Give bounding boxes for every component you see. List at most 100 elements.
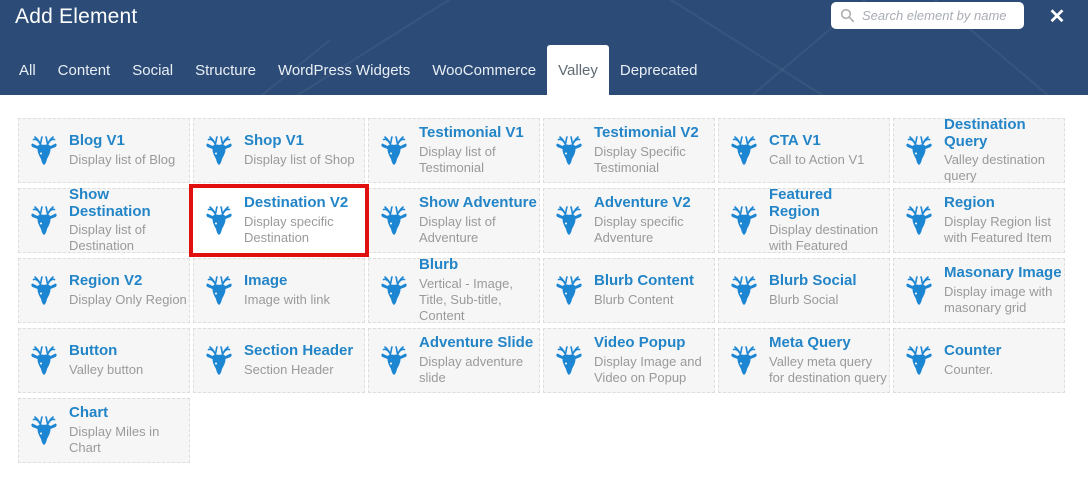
deer-icon [29,134,59,168]
element-card-video-popup[interactable]: Video Popup Display Image and Video on P… [543,328,715,393]
element-card-blurb[interactable]: Blurb Vertical - Image, Title, Sub-title… [368,256,540,323]
element-card-show-adventure[interactable]: Show Adventure Display list of Adventure [368,188,540,253]
element-title: Show Adventure [419,194,537,212]
element-card-adventure-v2[interactable]: Adventure V2 Display specific Adventure [543,188,715,253]
element-title: Destination V2 [244,194,349,212]
element-card-button[interactable]: Button Valley button [18,328,190,393]
element-card-region-v2[interactable]: Region V2 Display Only Region [18,258,190,323]
element-desc: Display adventure slide [419,354,524,385]
tab-structure[interactable]: Structure [184,45,267,95]
element-desc: Display Image and Video on Popup [594,354,702,385]
element-desc: Display list of Shop [244,151,355,167]
deer-icon [379,204,409,238]
element-desc: Display Miles in Chart [69,424,160,455]
element-desc: Image with link [244,291,330,307]
tab-content[interactable]: Content [47,45,122,95]
element-card-meta-query[interactable]: Meta Query Valley meta query for destina… [718,328,890,393]
dialog-title: Add Element [15,5,138,28]
search-input[interactable] [862,8,1015,23]
add-element-dialog: Add Element ✕ All Content Social Structu… [0,0,1088,483]
deer-icon [904,134,934,168]
deer-icon [29,414,59,448]
element-title: Adventure V2 [594,194,691,212]
element-title: Button [69,342,118,360]
element-title: Testimonial V1 [419,124,524,142]
tab-social[interactable]: Social [121,45,184,95]
element-title: Blurb Social [769,272,857,290]
deer-icon [554,204,584,238]
element-desc: Display Region list with Featured Item [944,214,1052,245]
element-card-destination-query[interactable]: Destination Query Valley destination que… [893,115,1065,183]
element-title: Blurb [419,256,459,274]
element-title: Testimonial V2 [594,124,699,142]
tab-wordpress-widgets[interactable]: WordPress Widgets [267,45,421,95]
tab-label: Content [57,62,111,79]
element-title: Adventure Slide [419,334,534,352]
search-box [831,2,1024,29]
tab-deprecated[interactable]: Deprecated [609,45,709,95]
element-card-section-header[interactable]: Section Header Section Header [193,328,365,393]
element-desc: Display list of Testimonial [419,144,496,175]
tab-label: Valley [558,62,598,79]
deer-icon [379,134,409,168]
deer-icon [729,344,759,378]
element-title: Region V2 [69,272,143,290]
element-card-chart[interactable]: Chart Display Miles in Chart [18,398,190,463]
element-card-blog-v1[interactable]: Blog V1 Display list of Blog [18,118,190,183]
element-card-masonary-image[interactable]: Masonary Image Display image with masona… [893,258,1065,323]
element-card-cta-v1[interactable]: CTA V1 Call to Action V1 [718,118,890,183]
deer-icon [554,134,584,168]
tab-label: Structure [195,62,256,79]
element-card-blurb-content[interactable]: Blurb Content Blurb Content [543,258,715,323]
element-card-destination-v2[interactable]: Destination V2 Display specific Destinat… [193,188,365,253]
search-icon [840,8,855,23]
element-desc: Display list of Destination [69,222,146,254]
element-card-testimonial-v2[interactable]: Testimonial V2 Display Specific Testimon… [543,118,715,183]
deer-icon [904,274,934,308]
element-title: Meta Query [769,334,851,352]
tab-label: Deprecated [619,62,698,79]
deer-icon [204,344,234,378]
deer-icon [379,274,409,308]
element-desc: Blurb Content [594,291,674,307]
element-card-image[interactable]: Image Image with link [193,258,365,323]
element-desc: Valley button [69,361,144,377]
element-grid: Blog V1 Display list of Blog Shop V1 Dis… [0,95,1088,483]
element-title: Masonary Image [944,264,1062,282]
element-desc: Display list of Adventure [419,214,496,245]
close-icon: ✕ [1048,6,1066,28]
element-card-blurb-social[interactable]: Blurb Social Blurb Social [718,258,890,323]
dialog-header: Add Element ✕ All Content Social Structu… [0,0,1088,95]
element-card-adventure-slide[interactable]: Adventure Slide Display adventure slide [368,328,540,393]
element-desc: Display Only Region [69,291,187,307]
deer-icon [29,344,59,378]
element-title: Destination Query [944,115,1026,150]
element-title: Shop V1 [244,132,305,150]
element-title: Region [944,194,995,212]
tab-label: WordPress Widgets [277,62,411,79]
element-card-show-destination[interactable]: Show Destination Display list of Destina… [18,186,190,254]
deer-icon [729,274,759,308]
element-desc: Vertical - Image, Title, Sub-title, Cont… [419,276,513,323]
deer-icon [379,344,409,378]
tab-label: All [19,62,36,79]
element-title: Video Popup [594,334,686,352]
element-desc: Call to Action V1 [769,151,865,167]
deer-icon [729,134,759,168]
element-card-shop-v1[interactable]: Shop V1 Display list of Shop [193,118,365,183]
tab-woocommerce[interactable]: WooCommerce [421,45,547,95]
element-title: Blurb Content [594,272,694,290]
element-desc: Valley meta query for destination query [769,354,887,385]
element-card-featured-region[interactable]: Featured Region Display destination with… [718,186,890,253]
deer-icon [904,344,934,378]
element-title: Chart [69,404,109,422]
close-button[interactable]: ✕ [1040,1,1074,33]
tab-label: WooCommerce [432,62,537,79]
element-card-testimonial-v1[interactable]: Testimonial V1 Display list of Testimoni… [368,118,540,183]
element-card-region[interactable]: Region Display Region list with Featured… [893,188,1065,253]
element-desc: Display specific Destination [244,214,334,245]
tab-valley[interactable]: Valley [547,45,609,95]
element-title: Blog V1 [69,132,125,150]
element-card-counter[interactable]: Counter Counter. [893,328,1065,393]
tab-all[interactable]: All [8,45,47,95]
